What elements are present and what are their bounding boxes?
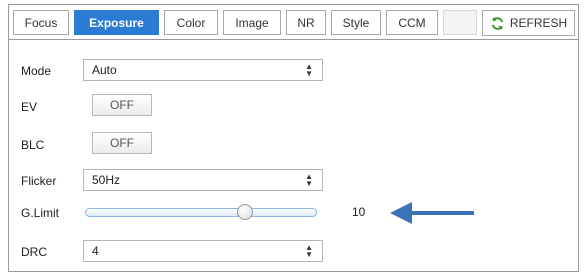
tab-color[interactable]: Color bbox=[164, 10, 218, 35]
ev-label: EV bbox=[21, 100, 38, 114]
tab-exposure[interactable]: Exposure bbox=[74, 10, 159, 35]
ev-toggle-button[interactable]: OFF bbox=[92, 94, 152, 116]
tab-image[interactable]: Image bbox=[223, 10, 281, 35]
flicker-select-value: 50Hz bbox=[92, 173, 121, 187]
refresh-button[interactable]: REFRESH bbox=[482, 10, 575, 36]
tab-placeholder bbox=[443, 10, 477, 35]
refresh-label: REFRESH bbox=[509, 16, 568, 30]
drc-select[interactable]: 4 ▲ ▼ bbox=[83, 240, 323, 262]
mode-select-value: Auto bbox=[92, 63, 117, 77]
tab-ccm[interactable]: CCM bbox=[386, 10, 438, 35]
tab-style[interactable]: Style bbox=[331, 10, 381, 35]
glimit-slider-track[interactable] bbox=[85, 208, 317, 217]
flicker-select[interactable]: 50Hz ▲ ▼ bbox=[83, 169, 323, 191]
blc-toggle-button[interactable]: OFF bbox=[92, 132, 152, 154]
mode-select[interactable]: Auto ▲ ▼ bbox=[83, 59, 323, 81]
drc-select-value: 4 bbox=[92, 244, 99, 258]
tab-bar: Focus Exposure Color Image NR Style CCM … bbox=[9, 5, 578, 40]
select-arrows-icon: ▲ ▼ bbox=[305, 243, 313, 259]
select-arrows-icon: ▲ ▼ bbox=[305, 172, 313, 188]
select-arrows-icon: ▲ ▼ bbox=[305, 62, 313, 78]
exposure-settings-panel: Focus Exposure Color Image NR Style CCM … bbox=[8, 4, 579, 272]
glimit-value: 10 bbox=[352, 205, 366, 219]
flicker-label: Flicker bbox=[21, 174, 57, 188]
blc-label: BLC bbox=[21, 138, 45, 152]
mode-label: Mode bbox=[21, 64, 52, 78]
glimit-slider-handle[interactable] bbox=[237, 204, 254, 220]
arrow-annotation-icon bbox=[390, 202, 474, 224]
glimit-label: G.Limit bbox=[21, 206, 60, 220]
tab-nr[interactable]: NR bbox=[286, 10, 326, 35]
tab-focus[interactable]: Focus bbox=[13, 10, 69, 35]
drc-label: DRC bbox=[21, 245, 47, 259]
refresh-icon bbox=[491, 16, 503, 30]
